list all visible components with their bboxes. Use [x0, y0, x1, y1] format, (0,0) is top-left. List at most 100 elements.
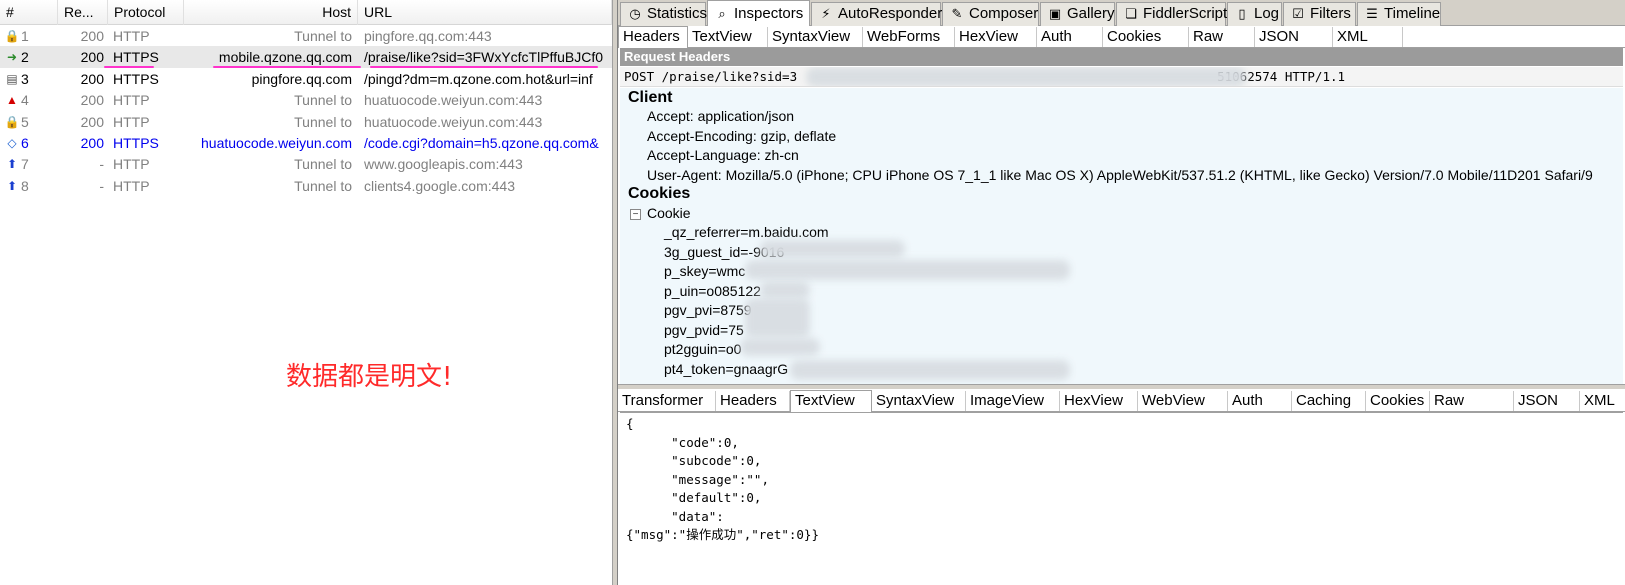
- column-header-protocol[interactable]: Protocol: [108, 0, 184, 25]
- session-host: Tunnel to: [294, 92, 352, 109]
- tab-label: Timeline: [1384, 5, 1441, 22]
- client-header-line[interactable]: Accept: application/json: [647, 108, 794, 124]
- session-row[interactable]: ▤ 3 200 HTTPS pingfore.qq.com/pingd?dm=m.qzo…: [0, 68, 612, 90]
- cookie-line[interactable]: pt2gguin=o0: [664, 341, 741, 357]
- tab-composer[interactable]: ✎ Composer: [942, 2, 1039, 26]
- redacted-region: [790, 360, 1070, 380]
- session-row[interactable]: ◇ 6 200 HTTPS huatuocode.weiyun.com/code.cgi…: [0, 132, 612, 154]
- document-icon: ▤: [6, 71, 18, 86]
- lightning-icon: ⚡: [821, 6, 831, 21]
- tab-log[interactable]: ▯ Log: [1227, 2, 1282, 26]
- request-tab-hexview[interactable]: HexView: [955, 27, 1037, 47]
- session-host: Tunnel to: [294, 177, 352, 194]
- upload-arrow-icon: ⬆: [6, 178, 18, 193]
- response-tab-cookies[interactable]: Cookies: [1366, 391, 1430, 411]
- session-result: 200: [80, 135, 104, 151]
- session-url: /pingd?dm=m.qzone.com.hot&url=inf: [364, 70, 593, 87]
- session-protocol: HTTP: [113, 92, 150, 109]
- session-protocol: HTTP: [113, 28, 150, 44]
- session-url: www.googleapis.com:443: [364, 156, 523, 173]
- tab-fiddlerscript[interactable]: ❏ FiddlerScript: [1116, 2, 1228, 26]
- stopwatch-icon: ◷: [629, 6, 641, 21]
- cookie-line[interactable]: _qz_referrer=m.baidu.com: [664, 224, 829, 240]
- response-tab-raw[interactable]: Raw: [1430, 391, 1514, 411]
- session-result: -: [99, 177, 104, 194]
- tab-label: AutoResponder: [838, 5, 943, 22]
- cookie-line[interactable]: p_skey=wmc: [664, 263, 745, 279]
- tab-timeline[interactable]: ☰ Timeline: [1357, 2, 1441, 26]
- request-tab-textview[interactable]: TextView: [688, 27, 768, 47]
- response-tab-syntaxview[interactable]: SyntaxView: [872, 391, 966, 411]
- annotation-underline-host: [213, 66, 361, 68]
- tab-gallery[interactable]: ▣ Gallery: [1040, 2, 1115, 26]
- session-number: 2: [21, 49, 29, 66]
- main-tab-bar: ◷ Statistics ⌕ Inspectors ⚡ AutoResponder ✎ Com…: [618, 0, 1625, 27]
- session-row[interactable]: 🔒 5 200 HTTP Tunnel to huatuocode.weiyun.com:…: [0, 111, 612, 133]
- response-tab-headers[interactable]: Headers: [716, 391, 790, 411]
- session-number: 8: [21, 177, 29, 194]
- request-headers-view: Client Accept: application/json Accept-En…: [620, 88, 1623, 384]
- cookie-line[interactable]: pgv_pvid=75: [664, 322, 744, 338]
- request-tab-raw[interactable]: Raw: [1189, 27, 1255, 47]
- session-result: 200: [80, 113, 104, 130]
- response-splitter[interactable]: [618, 384, 1625, 389]
- client-header-line[interactable]: User-Agent: Mozilla/5.0 (iPhone; CPU iPh…: [647, 167, 1593, 183]
- warning-icon: ▲: [6, 93, 18, 108]
- annotation-underline-url: [370, 66, 598, 68]
- request-tab-xml[interactable]: XML: [1333, 27, 1403, 47]
- session-result: 200: [80, 28, 104, 44]
- response-tab-json[interactable]: JSON: [1514, 391, 1580, 411]
- session-result: 200: [80, 49, 104, 66]
- tab-filters[interactable]: ☑ Filters: [1283, 2, 1356, 26]
- response-tab-webview[interactable]: WebView: [1138, 391, 1228, 411]
- cookie-line[interactable]: p_uin=o085122: [664, 283, 761, 299]
- response-tab-hexview[interactable]: HexView: [1060, 391, 1138, 411]
- tab-autoresponder[interactable]: ⚡ AutoResponder: [811, 2, 943, 26]
- column-header-number[interactable]: #: [0, 0, 58, 25]
- session-result: 200: [80, 70, 104, 87]
- response-tab-transformer[interactable]: Transformer: [618, 391, 716, 411]
- session-row[interactable]: ⬆ 7 - HTTP Tunnel to www.googleapis.com:443: [0, 153, 612, 175]
- annotation-text: 数据都是明文!: [286, 362, 453, 392]
- session-row[interactable]: 🔒 1 200 HTTP Tunnel to pingfore.qq.com:443: [0, 25, 612, 47]
- tab-label: FiddlerScript: [1143, 5, 1228, 22]
- column-header-url[interactable]: URL: [358, 0, 612, 25]
- session-host: Tunnel to: [294, 156, 352, 173]
- response-tab-bar: Transformer Headers TextView SyntaxView Imag…: [618, 390, 1625, 412]
- response-tab-textview[interactable]: TextView: [790, 390, 872, 412]
- client-header-line[interactable]: Accept-Encoding: gzip, deflate: [647, 128, 836, 144]
- session-row[interactable]: ▲ 4 200 HTTP Tunnel to huatuocode.weiyun.com:…: [0, 89, 612, 111]
- column-header-result[interactable]: Re...: [58, 0, 108, 25]
- column-header-host[interactable]: Host: [184, 0, 358, 25]
- request-tab-json[interactable]: JSON: [1255, 27, 1333, 47]
- inspector-pane: ◷ Statistics ⌕ Inspectors ⚡ AutoResponder ✎ Com…: [618, 0, 1625, 585]
- cookie-collapse-icon[interactable]: −: [630, 209, 641, 220]
- post-arrow-icon: ➜: [6, 50, 18, 65]
- redacted-region: [806, 67, 1246, 86]
- response-body-text[interactable]: { "code":0, "subcode":0, "message":"", "…: [620, 412, 1623, 585]
- session-url: pingfore.qq.com:443: [364, 28, 492, 44]
- request-tab-headers[interactable]: Headers: [618, 26, 688, 48]
- tab-statistics[interactable]: ◷ Statistics: [620, 2, 707, 26]
- request-tab-syntaxview[interactable]: SyntaxView: [768, 27, 863, 47]
- session-protocol: HTTP: [113, 156, 150, 173]
- cookie-line[interactable]: pt4_token=gnaagrG: [664, 361, 788, 377]
- request-headers-title: Request Headers: [620, 48, 1623, 66]
- request-tab-webforms[interactable]: WebForms: [863, 27, 955, 47]
- response-tab-caching[interactable]: Caching: [1292, 391, 1366, 411]
- client-header-line[interactable]: Accept-Language: zh-cn: [647, 147, 799, 163]
- response-tab-xml[interactable]: XML: [1580, 391, 1625, 411]
- request-tab-auth[interactable]: Auth: [1037, 27, 1103, 47]
- annotation-underline-protocol: [104, 66, 154, 68]
- response-tab-imageview[interactable]: ImageView: [966, 391, 1060, 411]
- request-tab-cookies[interactable]: Cookies: [1103, 27, 1189, 47]
- response-tab-auth[interactable]: Auth: [1228, 391, 1292, 411]
- session-protocol: HTTP: [113, 177, 150, 194]
- session-row[interactable]: ⬆ 8 - HTTP Tunnel to clients4.google.com:443: [0, 175, 612, 197]
- cookie-line[interactable]: pgv_pvi=8759: [664, 302, 752, 318]
- magnifier-icon: ⌕: [718, 6, 726, 21]
- session-result: 200: [80, 92, 104, 109]
- upload-arrow-icon: ⬆: [6, 157, 18, 172]
- tab-inspectors[interactable]: ⌕ Inspectors: [707, 0, 810, 27]
- redacted-region: [745, 260, 1070, 280]
